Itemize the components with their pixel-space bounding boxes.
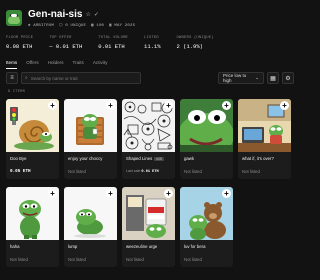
item-name: Doo Bye: [10, 156, 27, 161]
stat-top-offer: TOP OFFER — 0.01 ETH: [49, 36, 83, 50]
item-name: what if, it's over?: [242, 156, 274, 161]
last-sale-label: Last sale 0.01 ETH: [126, 169, 159, 174]
collection-meta: ◈ ARBITRUM ⬡ 0 UNIQUE ▦ 100 ▣ MAY 2025: [28, 22, 135, 28]
item-price: Not listed: [68, 169, 86, 174]
search-box[interactable]: ⌕: [21, 72, 141, 84]
item-name: Shaped Lines x10: [126, 156, 164, 161]
items-label: 100: [96, 23, 105, 28]
item-card[interactable]: + Doo Bye 0.05 ETH: [6, 99, 59, 179]
tab-items[interactable]: Items: [6, 60, 18, 69]
item-name: haha: [10, 244, 20, 249]
item-price: Not listed: [68, 257, 86, 262]
item-card[interactable]: + haha Not listed: [6, 187, 59, 267]
item-card[interactable]: + what if, it's over? Not listed: [238, 99, 291, 179]
items-grid: + Doo Bye 0.05 ETH + enjoy your choccy N…: [6, 99, 291, 267]
item-name: lump: [68, 244, 78, 249]
item-name: gawk: [184, 156, 195, 161]
sort-label: Price low to high: [223, 73, 247, 83]
tab-holders[interactable]: Holders: [48, 60, 64, 69]
item-count: 9 ITEMS: [8, 90, 26, 94]
item-price: 0.05 ETH: [10, 169, 31, 174]
item-card[interactable]: + enjoy your choccy Not listed: [64, 99, 117, 179]
stat-floor: FLOOR PRICE 0.08 ETH: [6, 36, 34, 50]
toolbar: ≡ ⌕ Price low to high ⌄ ▦ ⚙: [6, 71, 294, 85]
quantity-badge: x10: [154, 157, 164, 161]
stat-listed: LISTED 11.1%: [144, 36, 161, 50]
item-price: Not listed: [242, 169, 260, 174]
stats-bar: FLOOR PRICE 0.08 ETH TOP OFFER — 0.01 ETH …: [6, 36, 214, 50]
collection-header: Gen-nai-sis ☆ ✓ ◈ ARBITRUM ⬡ 0 UNIQUE ▦ …: [6, 6, 294, 30]
verified-icon: ✓: [93, 11, 99, 18]
plus-icon[interactable]: +: [280, 101, 289, 110]
item-card[interactable]: + Shaped Lines x10 Last sale 0.01 ETH: [122, 99, 175, 179]
item-name: weezeuline urge: [126, 244, 158, 249]
tab-offers[interactable]: Offers: [26, 60, 38, 69]
plus-icon[interactable]: +: [106, 101, 115, 110]
item-price: Not listed: [126, 257, 144, 262]
plus-icon[interactable]: +: [164, 189, 173, 198]
chevron-down-icon: ⌄: [255, 75, 259, 80]
item-name: enjoy your choccy: [68, 156, 103, 161]
search-icon: ⌕: [25, 75, 28, 81]
settings-icon: ⚙: [285, 75, 291, 82]
filter-icon: ≡: [10, 75, 14, 81]
collection-avatar: [6, 10, 22, 26]
plus-icon[interactable]: +: [106, 189, 115, 198]
item-price: Not listed: [184, 257, 202, 262]
filter-button[interactable]: ≡: [6, 72, 18, 84]
grid-view-button[interactable]: ▦: [267, 72, 279, 84]
collection-title: Gen-nai-sis: [28, 8, 83, 20]
item-last-sale: Last sale 0.01 ETH: [126, 169, 159, 174]
plus-icon[interactable]: +: [164, 101, 173, 110]
plus-icon[interactable]: +: [222, 101, 231, 110]
tab-activity[interactable]: Activity: [93, 60, 108, 69]
plus-icon[interactable]: +: [222, 189, 231, 198]
search-input[interactable]: [30, 75, 140, 81]
star-icon[interactable]: ☆: [85, 11, 90, 18]
unique-label: 0 UNIQUE: [65, 23, 87, 28]
item-name: luv for bera: [184, 244, 206, 249]
sort-dropdown[interactable]: Price low to high ⌄: [218, 72, 264, 84]
stat-owners: OWNERS (UNIQUE) 2 (1.9%): [176, 36, 214, 50]
grid-view-icon: ▦: [270, 75, 276, 82]
mint-date: MAY 2025: [114, 23, 136, 28]
stat-volume: TOTAL VOLUME 0.01 ETH: [98, 36, 129, 50]
collection-tabs: Items Offers Holders Traits Activity: [6, 60, 107, 69]
item-card[interactable]: + lump Not listed: [64, 187, 117, 267]
item-price: Not listed: [10, 257, 28, 262]
plus-icon[interactable]: +: [48, 189, 57, 198]
item-card[interactable]: + weezeuline urge Not listed: [122, 187, 175, 267]
item-price: Not listed: [184, 169, 202, 174]
plus-icon[interactable]: +: [48, 101, 57, 110]
item-card[interactable]: + gawk Not listed: [180, 99, 233, 179]
settings-button[interactable]: ⚙: [282, 72, 294, 84]
tab-traits[interactable]: Traits: [73, 60, 84, 69]
chain-label: ARBITRUM: [33, 23, 55, 28]
item-card[interactable]: + luv for bera Not listed: [180, 187, 233, 267]
